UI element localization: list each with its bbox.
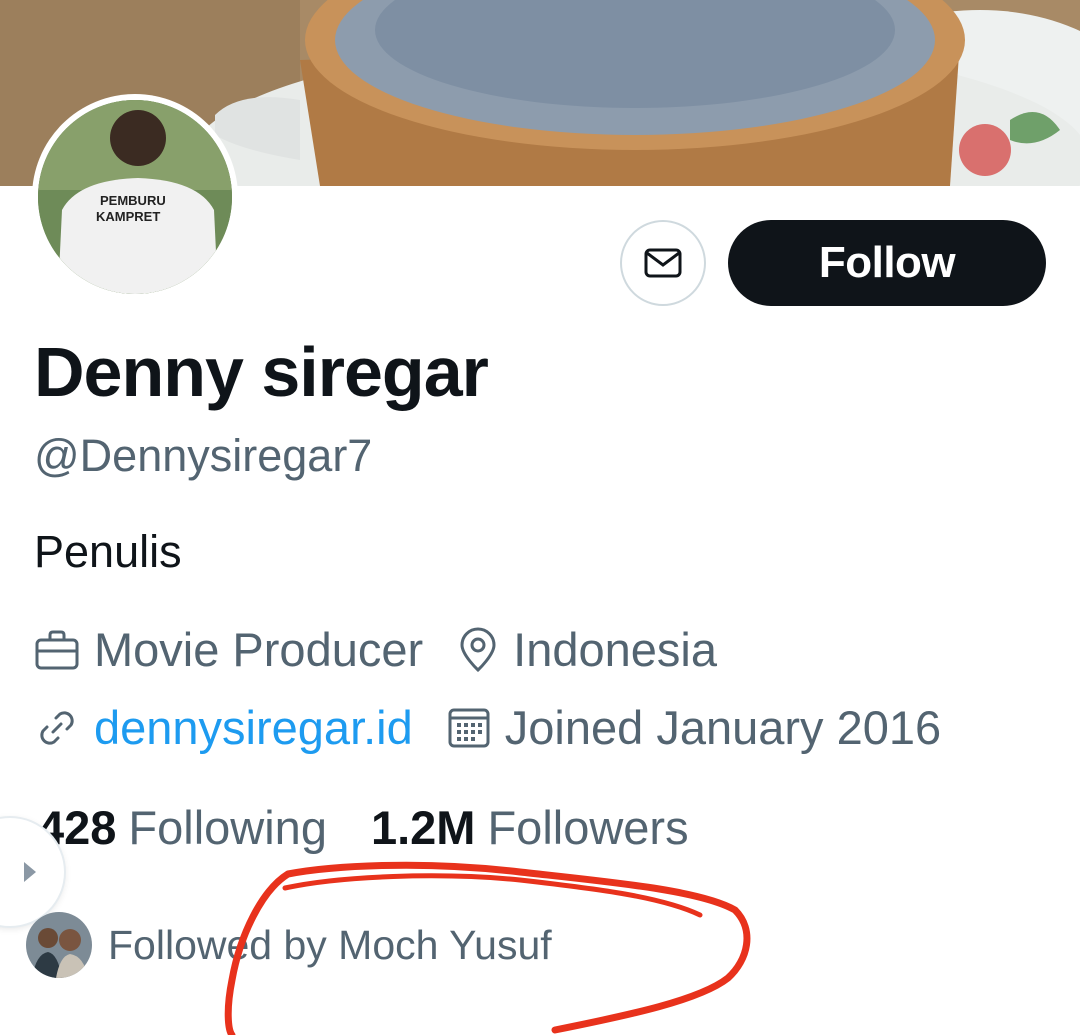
following-stat[interactable]: 428 Following <box>38 800 327 855</box>
message-button[interactable] <box>620 220 706 306</box>
profile-handle: @Dennysiregar7 <box>34 430 373 481</box>
followers-label: Followers <box>487 801 689 854</box>
envelope-icon <box>644 248 682 278</box>
profile-meta-row-1: Movie Producer Indonesia <box>34 622 751 677</box>
profession-text: Movie Producer <box>94 623 424 676</box>
followers-stat[interactable]: 1.2M Followers <box>371 800 689 855</box>
link-icon <box>40 710 74 745</box>
follow-button-label: Follow <box>818 238 956 287</box>
location-pin-icon <box>460 627 496 672</box>
joined-text: Joined January 2016 <box>504 701 942 754</box>
profile-bio: Penulis <box>34 526 182 577</box>
followed-by-row[interactable]: Followed by Moch Yusuf <box>26 912 552 978</box>
location-text: Indonesia <box>513 623 717 676</box>
joined-item: Joined January 2016 <box>447 700 941 755</box>
followed-by-text: Followed by Moch Yusuf <box>108 921 552 968</box>
website-item[interactable]: dennysiregar.id <box>34 700 413 755</box>
location-item: Indonesia <box>457 622 717 677</box>
website-link[interactable]: dennysiregar.id <box>94 700 413 755</box>
profile-meta-row-2: dennysiregar.id Joined January 2016 <box>34 700 975 755</box>
follower-avatar <box>26 912 92 978</box>
profile-name: Denny siregar <box>34 333 489 411</box>
profession-item: Movie Producer <box>34 622 423 677</box>
play-arrow-icon <box>24 862 36 882</box>
follow-button[interactable]: Follow <box>728 220 1046 306</box>
profile-avatar[interactable]: PEMBURU KAMPRET <box>32 94 238 300</box>
shirt-text-2: KAMPRET <box>96 209 160 224</box>
calendar-icon <box>448 708 490 747</box>
shirt-text-1: PEMBURU <box>100 193 166 208</box>
followers-count: 1.2M <box>370 801 476 854</box>
briefcase-icon <box>35 630 79 669</box>
profile-stats: 428 Following 1.2M Followers <box>38 800 733 855</box>
following-label: Following <box>128 801 327 854</box>
avatar-photo: PEMBURU KAMPRET <box>38 100 232 294</box>
